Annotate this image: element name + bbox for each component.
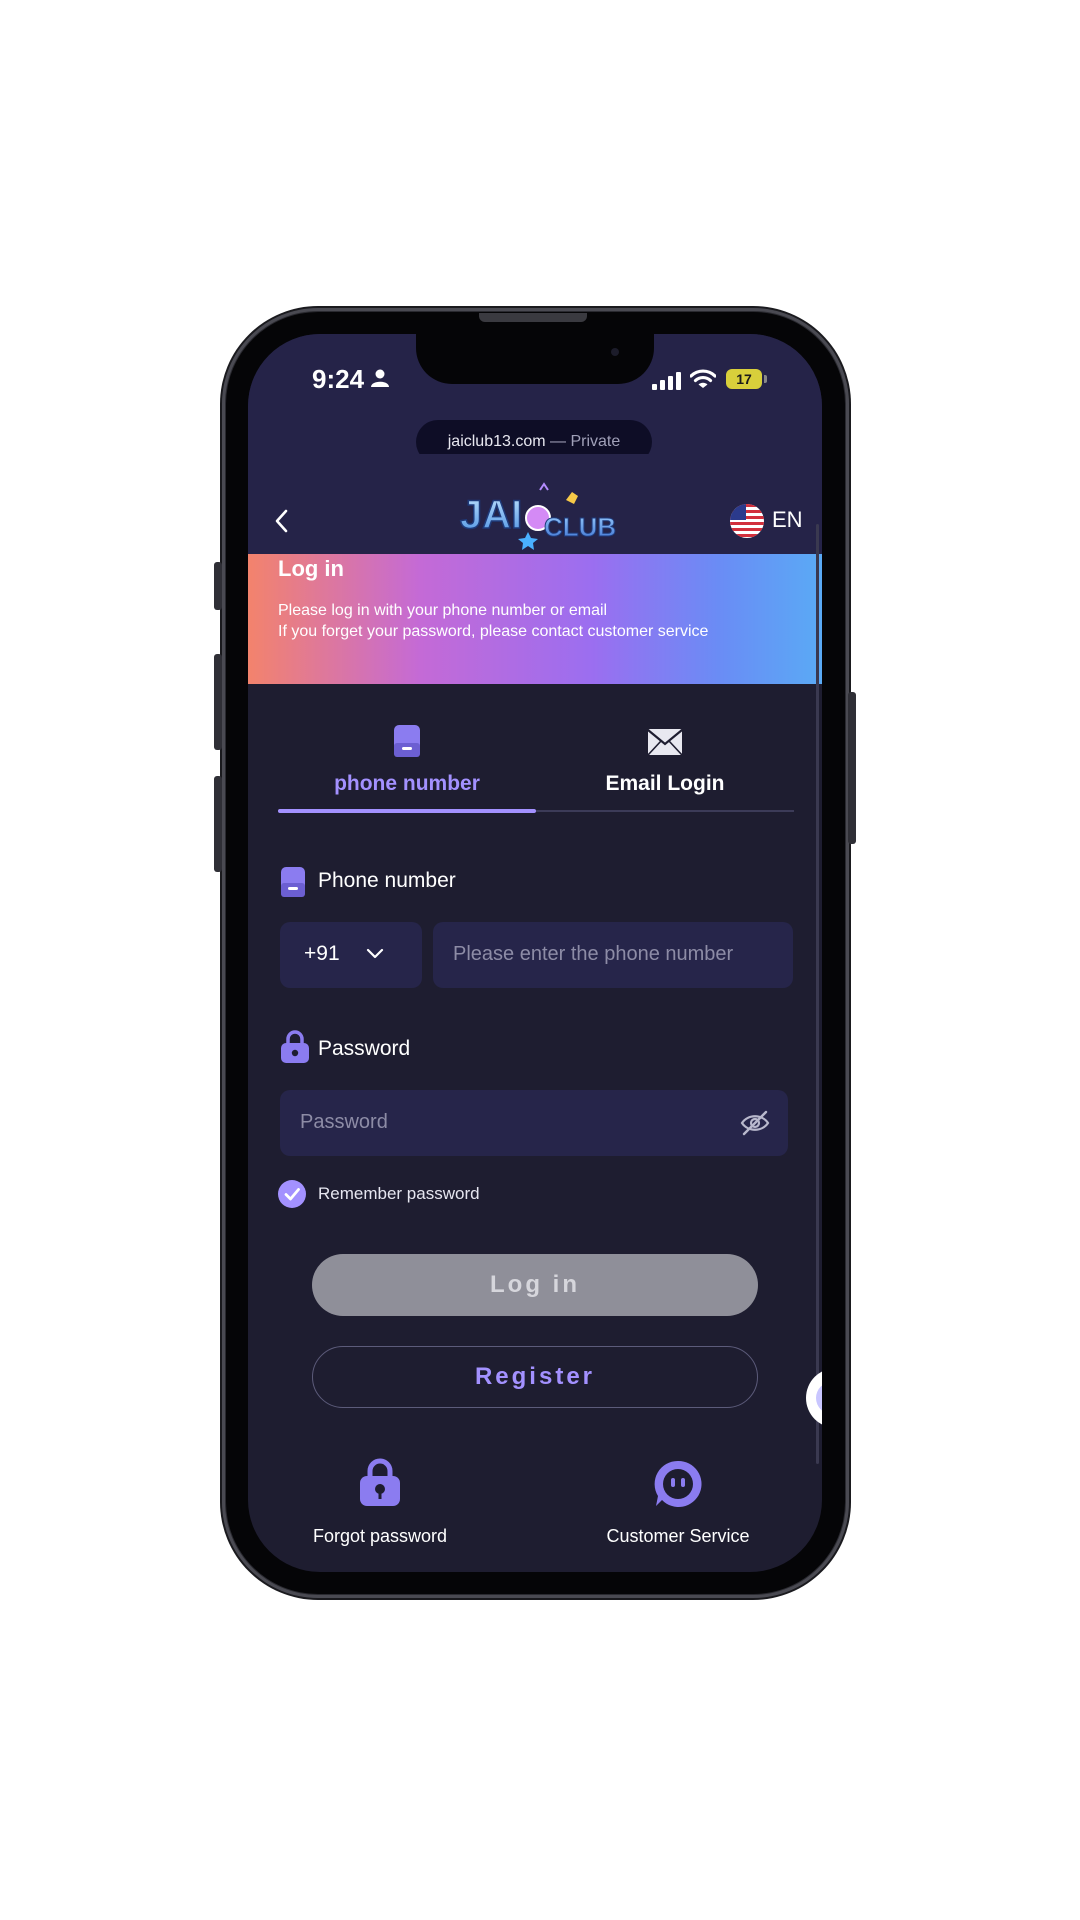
country-code-value: +91 bbox=[304, 942, 340, 965]
country-code-select[interactable]: +91 bbox=[280, 922, 422, 988]
phone-icon bbox=[394, 725, 420, 757]
battery-level: 17 bbox=[726, 369, 762, 389]
phone-number-placeholder: Please enter the phone number bbox=[453, 943, 734, 965]
login-button[interactable]: Log in bbox=[312, 1254, 758, 1316]
signal-icon bbox=[652, 372, 681, 390]
tab-phone-number-label: phone number bbox=[334, 772, 480, 795]
forgot-password-link[interactable]: Forgot password bbox=[248, 1458, 508, 1558]
phone-screen: 9:24 17 jaiclub13.com — Private JAI CLUB… bbox=[248, 334, 822, 1572]
camera bbox=[611, 348, 619, 356]
scrollbar[interactable] bbox=[816, 524, 819, 1464]
jaiclub-logo: JAI CLUB bbox=[459, 482, 617, 550]
url-private-label: — Private bbox=[550, 433, 621, 450]
person-icon bbox=[371, 369, 389, 387]
eye-off-icon[interactable] bbox=[740, 1110, 770, 1136]
password-placeholder: Password bbox=[300, 1111, 388, 1133]
url-domain: jaiclub13.com bbox=[447, 433, 546, 450]
customer-service-label: Customer Service bbox=[606, 1526, 750, 1546]
password-label: Password bbox=[318, 1037, 411, 1060]
notch bbox=[416, 334, 654, 384]
password-input[interactable]: Password bbox=[280, 1090, 788, 1156]
battery-icon: 17 bbox=[726, 369, 768, 391]
lock-field-icon bbox=[281, 1030, 309, 1063]
earpiece bbox=[479, 313, 587, 322]
wifi-icon bbox=[690, 369, 716, 388]
language-selector[interactable]: EN bbox=[772, 507, 803, 533]
mute-switch bbox=[214, 562, 222, 610]
status-time: 9:24 bbox=[312, 364, 365, 394]
check-icon bbox=[284, 1188, 300, 1201]
customer-service-link[interactable]: Customer Service bbox=[548, 1458, 808, 1558]
support-icon bbox=[654, 1460, 702, 1507]
register-button[interactable]: Register bbox=[312, 1346, 758, 1408]
phone-field-icon bbox=[281, 867, 305, 897]
chevron-down-icon bbox=[366, 948, 384, 959]
volume-up-button bbox=[214, 654, 222, 750]
tab-phone-number[interactable]: phone number bbox=[278, 714, 536, 814]
banner-line-2: If you forget your password, please cont… bbox=[278, 623, 709, 640]
volume-down-button bbox=[214, 776, 222, 872]
tab-email-login[interactable]: Email Login bbox=[536, 714, 794, 814]
svg-text:JAI: JAI bbox=[460, 493, 522, 537]
banner-title: Log in bbox=[278, 556, 344, 581]
power-button bbox=[848, 692, 856, 844]
tab-active-indicator bbox=[278, 809, 536, 813]
forgot-password-label: Forgot password bbox=[312, 1526, 448, 1546]
tab-email-login-label: Email Login bbox=[605, 772, 725, 795]
remember-password-checkbox[interactable] bbox=[278, 1180, 306, 1208]
mail-icon bbox=[647, 729, 683, 756]
banner-line-1: Please log in with your phone number or … bbox=[278, 602, 608, 619]
phone-number-label: Phone number bbox=[318, 869, 456, 892]
back-icon[interactable] bbox=[270, 506, 294, 536]
lock-icon bbox=[360, 1458, 400, 1506]
svg-text:CLUB: CLUB bbox=[544, 512, 616, 542]
us-flag-icon[interactable] bbox=[730, 504, 764, 538]
remember-password-label: Remember password bbox=[318, 1184, 480, 1203]
phone-number-input[interactable]: Please enter the phone number bbox=[433, 922, 793, 988]
